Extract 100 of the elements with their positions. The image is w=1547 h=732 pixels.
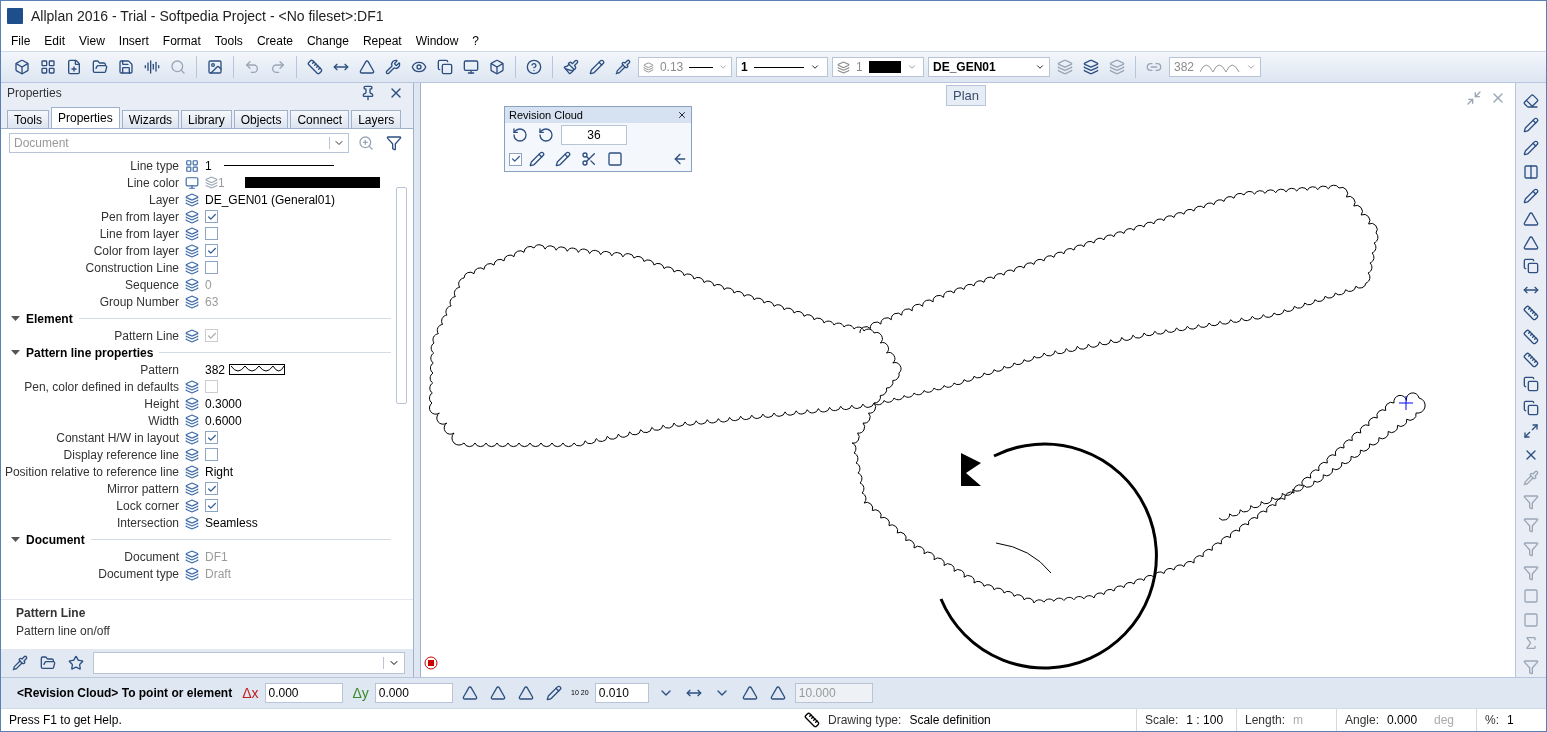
menu-item[interactable]: ? xyxy=(472,34,480,48)
line-sample xyxy=(753,66,804,68)
section-header[interactable]: Element xyxy=(11,311,73,326)
status-label: Scale: xyxy=(1145,713,1179,727)
status-label: Drawing type: xyxy=(828,713,902,727)
panel-tab[interactable]: Objects xyxy=(233,110,289,128)
window-title: Allplan 2016 - Trial - Softpedia Project - <No fileset>:DF1 xyxy=(31,8,384,24)
panel-tab[interactable]: Wizards xyxy=(121,110,180,128)
property-value: DE_GEN01 (General01) xyxy=(205,192,336,207)
checkbox[interactable] xyxy=(205,482,218,495)
checkbox[interactable] xyxy=(205,448,218,461)
property-label: Width xyxy=(147,413,179,428)
property-icon xyxy=(185,226,199,241)
scrollbar[interactable] xyxy=(396,187,407,404)
property-icon xyxy=(185,260,199,275)
status-value: deg xyxy=(1434,713,1455,727)
property-icon xyxy=(185,243,199,258)
property-icon xyxy=(185,430,199,445)
line-sample xyxy=(689,66,713,68)
checkbox[interactable] xyxy=(205,227,218,240)
layers-icon xyxy=(837,60,850,74)
menu-item[interactable]: Window xyxy=(415,34,459,48)
property-label: Pattern xyxy=(139,362,179,377)
status-value: 1 xyxy=(1507,713,1514,727)
status-value: 0.000 xyxy=(1387,713,1418,727)
property-icon xyxy=(185,175,199,190)
property-label: Construction Line xyxy=(84,260,179,275)
color-swatch xyxy=(868,61,901,73)
line-combo[interactable]: 1 xyxy=(736,57,828,77)
property-icon xyxy=(185,379,199,394)
section-header[interactable]: Document xyxy=(11,532,85,547)
status-label: Angle: xyxy=(1345,713,1380,727)
layer-combo[interactable]: DE_GEN01 xyxy=(928,57,1050,77)
menu-item[interactable]: View xyxy=(79,34,105,48)
menu-item[interactable]: Edit xyxy=(44,34,66,48)
menu-item[interactable]: Tools xyxy=(214,34,243,48)
status-label: %: xyxy=(1485,713,1499,727)
property-label: Document xyxy=(123,549,179,564)
menu-item[interactable]: Create xyxy=(256,34,293,48)
dx-field[interactable]: 0.000 xyxy=(264,683,343,703)
command-prompt: <Revision Cloud> To point or element xyxy=(17,686,233,700)
property-label: Position relative to reference line xyxy=(3,464,179,479)
property-value: 1 xyxy=(218,175,225,190)
property-value: Seamless xyxy=(205,515,258,530)
property-icon xyxy=(185,481,199,496)
property-label: Intersection xyxy=(115,515,179,530)
panel-tab[interactable]: Properties xyxy=(51,107,120,128)
checkbox[interactable] xyxy=(205,431,218,444)
property-label: Line color xyxy=(125,175,179,190)
close-icon[interactable] xyxy=(677,110,687,120)
property-value: Draft xyxy=(205,566,231,581)
property-icon xyxy=(185,277,199,292)
step-field[interactable]: 0.010 xyxy=(594,683,649,703)
status-value: 1 : 100 xyxy=(1186,713,1224,727)
menu-item[interactable]: Format xyxy=(162,34,201,48)
checkbox[interactable] xyxy=(509,152,522,166)
crosshair-icon xyxy=(1398,395,1414,411)
status-value: m xyxy=(1293,713,1304,727)
checkbox[interactable] xyxy=(205,244,218,257)
pen-combo[interactable]: 0.13 xyxy=(638,57,732,77)
property-icon xyxy=(185,328,199,343)
property-label: Sequence xyxy=(123,277,179,292)
checkbox[interactable] xyxy=(205,261,218,274)
help-text: Pattern line on/off xyxy=(16,624,111,638)
property-label: Pen, color defined in defaults xyxy=(23,379,179,394)
arc-value-field[interactable]: 36 xyxy=(561,125,627,145)
direction-marker-icon xyxy=(961,453,981,486)
menu-item[interactable]: File xyxy=(11,34,31,48)
checkbox[interactable] xyxy=(205,210,218,223)
dx-label: Δx xyxy=(242,685,259,701)
panel-tab[interactable]: Library xyxy=(181,110,232,128)
panel-tab[interactable]: Tools xyxy=(7,110,49,128)
menu-item[interactable]: Repeat xyxy=(362,34,402,48)
caret-icon xyxy=(11,348,20,357)
property-icon xyxy=(185,413,199,428)
pen-icon xyxy=(205,176,218,189)
caret-icon xyxy=(718,62,727,72)
panel-tab[interactable]: Layers xyxy=(351,110,402,128)
drawing-canvas[interactable]: Plan Revision Cloud 36 xyxy=(420,83,1515,677)
dy-field[interactable]: 0.000 xyxy=(374,683,453,703)
caret-icon xyxy=(906,62,917,72)
panel-tab[interactable]: Connect xyxy=(290,110,350,128)
property-label: Line type xyxy=(129,158,179,173)
menu-item[interactable]: Change xyxy=(306,34,349,48)
property-label: Document type xyxy=(97,566,179,581)
property-icon xyxy=(185,396,199,411)
pattern-combo[interactable]: 382 xyxy=(1169,57,1261,77)
property-value: Right xyxy=(205,464,233,479)
status-help: Press F1 to get Help. xyxy=(9,713,122,727)
property-value: 0 xyxy=(205,277,212,292)
caret-icon xyxy=(11,535,20,544)
menu-item[interactable]: Insert xyxy=(118,34,149,48)
checkbox[interactable] xyxy=(205,499,218,512)
status-value: Scale definition xyxy=(909,713,991,727)
property-icon xyxy=(185,566,199,581)
layers-icon xyxy=(643,60,654,74)
property-label: Pen from layer xyxy=(99,209,179,224)
section-header[interactable]: Pattern line properties xyxy=(11,345,154,360)
help-title: Pattern Line xyxy=(16,606,87,620)
property-value: 382 xyxy=(205,362,226,377)
